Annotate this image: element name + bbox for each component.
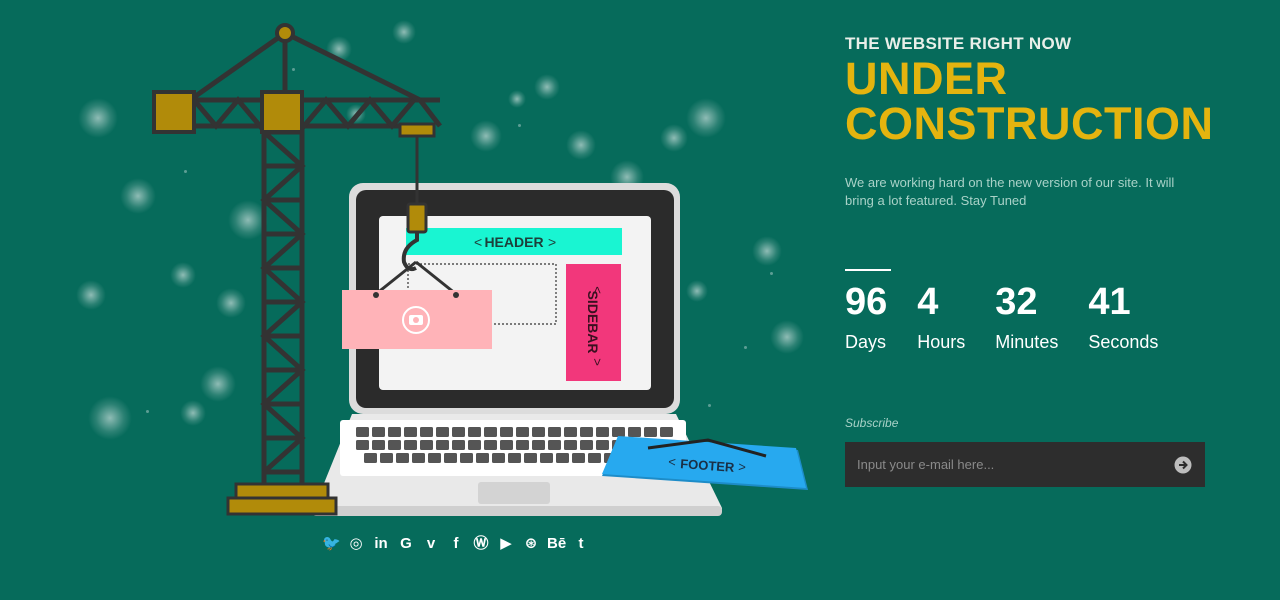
header-block: HEADER < >: [406, 228, 622, 255]
hours-label: Hours: [917, 332, 966, 352]
subscribe-label: Subscribe: [845, 416, 899, 430]
youtube-icon[interactable]: ▶: [497, 534, 515, 554]
days-label: Days: [845, 332, 887, 352]
arrow-right-circle-icon: [1174, 456, 1192, 473]
instagram-icon[interactable]: ◎: [347, 534, 365, 554]
vimeo-icon[interactable]: v: [422, 534, 440, 554]
svg-text:<: <: [474, 234, 482, 250]
countdown-hours: 4 Hours: [917, 280, 965, 353]
tumblr-icon[interactable]: t: [572, 534, 590, 554]
hero-headline: UNDER CONSTRUCTION: [845, 56, 1213, 146]
svg-text:>: >: [738, 459, 747, 474]
countdown-days: 96 Days: [845, 280, 887, 353]
header-label: HEADER: [484, 234, 543, 250]
sidebar-block: < SIDEBAR >: [566, 264, 621, 381]
svg-text:>: >: [590, 358, 605, 366]
subscribe-form: [845, 442, 1205, 487]
minutes-value: 32: [995, 281, 1038, 323]
hero-kicker: THE WEBSITE RIGHT NOW: [845, 34, 1072, 53]
seconds-value: 41: [1088, 281, 1131, 323]
email-input[interactable]: [845, 442, 1161, 487]
subscribe-submit-button[interactable]: [1161, 442, 1205, 487]
svg-text:<: <: [668, 454, 677, 469]
social-links: 🐦 ◎ in Gv f Ⓦ ▶ ⊛ Bē t: [322, 534, 590, 554]
hero-description: We are working hard on the new version o…: [845, 175, 1175, 208]
countdown-divider: [845, 269, 891, 271]
minutes-label: Minutes: [995, 332, 1059, 352]
sidebar-label: SIDEBAR: [585, 290, 601, 353]
headline-line-1: UNDER: [845, 53, 1008, 104]
behance-icon[interactable]: Bē: [547, 534, 566, 554]
headline-line-2: CONSTRUCTION: [845, 98, 1214, 149]
construction-illustration: HEADER < > < SIDEBAR > FOOTER < >: [152, 23, 808, 516]
dribbble-icon[interactable]: ⊛: [522, 534, 540, 554]
countdown-seconds: 41 Seconds: [1088, 280, 1158, 353]
svg-text:>: >: [548, 234, 556, 250]
hours-value: 4: [917, 281, 939, 323]
days-value: 96: [845, 281, 888, 323]
countdown-minutes: 32 Minutes: [995, 280, 1058, 353]
facebook-icon[interactable]: f: [447, 534, 465, 554]
seconds-label: Seconds: [1088, 332, 1159, 352]
linkedin-icon[interactable]: in: [372, 534, 390, 554]
countdown-timer: 96 Days 4 Hours 32 Minutes 41 Seconds: [845, 280, 1188, 353]
twitter-icon[interactable]: 🐦: [322, 534, 341, 554]
google-icon[interactable]: G: [397, 534, 415, 554]
wordpress-icon[interactable]: Ⓦ: [472, 534, 490, 554]
